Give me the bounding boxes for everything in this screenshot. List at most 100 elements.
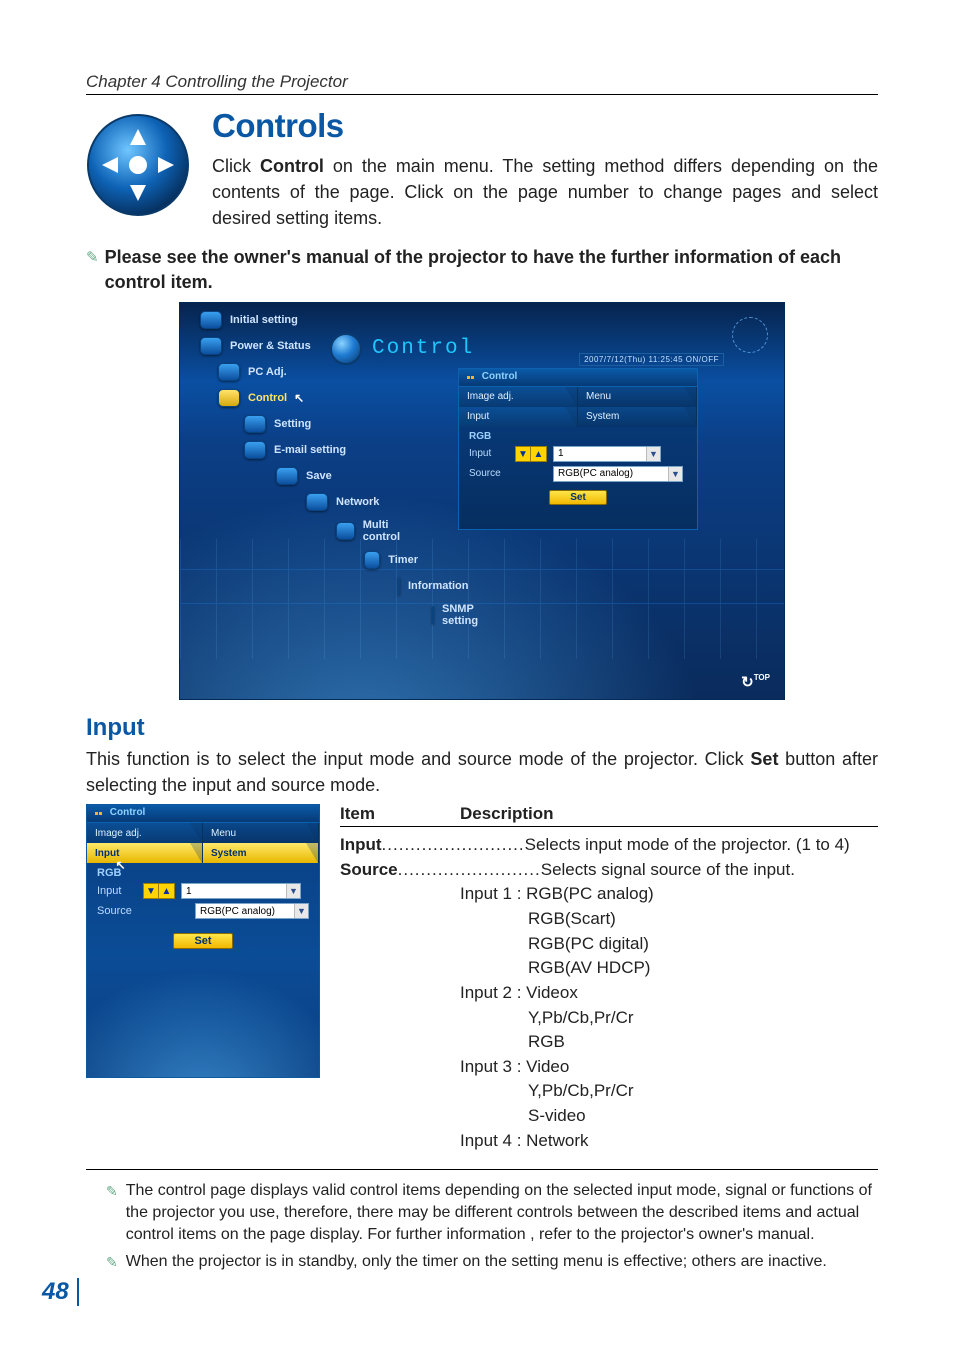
definition-sub: RGB(Scart) — [340, 907, 878, 932]
sidebar-item[interactable]: Setting — [244, 415, 418, 433]
nav-icon — [218, 363, 240, 381]
grid-icon — [467, 372, 475, 380]
input-stepper[interactable]: ▼ ▲ — [143, 883, 175, 899]
sidebar-item[interactable]: Network — [306, 493, 418, 511]
sidebar-item[interactable]: Control ↖ — [218, 389, 418, 407]
sidebar-item-label: Power & Status — [230, 340, 311, 352]
page-number: 48 — [42, 1278, 79, 1306]
footnote: ✎The control page displays valid control… — [106, 1180, 878, 1245]
source-row-label: Source — [97, 905, 135, 917]
nav-icon — [398, 577, 400, 595]
pencil-icon: ✎ — [106, 1251, 118, 1273]
tab[interactable]: Menu — [203, 823, 319, 843]
tab[interactable]: Input — [459, 407, 578, 427]
sidebar-item-label: Save — [306, 470, 332, 482]
step-down-icon[interactable]: ▼ — [143, 883, 159, 899]
definition-list: Input.........................Selects in… — [340, 833, 878, 1153]
nav-icon — [364, 551, 380, 569]
tab[interactable]: Input↖ — [87, 843, 203, 863]
definition-group: Input 4 : Network — [340, 1129, 878, 1154]
nav-icon — [306, 493, 328, 511]
panel-head: Control — [459, 369, 697, 387]
tab[interactable]: System — [578, 407, 697, 427]
input-select[interactable]: 1 ▼ — [181, 883, 301, 899]
nav-icon — [200, 311, 222, 329]
separator — [86, 1169, 878, 1170]
nav-icon — [432, 606, 434, 624]
tab[interactable]: Image adj. — [87, 823, 203, 843]
step-down-icon[interactable]: ▼ — [515, 446, 531, 462]
intro-paragraph: Click Control on the main menu. The sett… — [212, 153, 878, 231]
definition-sub: RGB(AV HDCP) — [340, 956, 878, 981]
cursor-icon: ↖ — [294, 391, 304, 405]
group-label: RGB — [459, 427, 697, 442]
sidebar-item[interactable]: PC Adj. — [218, 363, 418, 381]
footnote: ✎When the projector is in standby, only … — [106, 1251, 878, 1273]
tab[interactable]: System — [203, 843, 319, 863]
sidebar-item[interactable]: Timer — [364, 551, 418, 569]
chevron-down-icon[interactable]: ▼ — [294, 904, 308, 918]
note-text: Please see the owner's manual of the pro… — [105, 245, 878, 294]
nav-icon — [218, 389, 240, 407]
pencil-icon: ✎ — [86, 245, 99, 294]
sidebar-item[interactable]: Save — [276, 467, 418, 485]
tab[interactable]: Image adj. — [459, 387, 578, 407]
sidebar-item-label: Setting — [274, 418, 311, 430]
input-heading: Input — [86, 714, 878, 742]
source-row-label: Source — [469, 468, 509, 479]
sidebar-item[interactable]: Power & Status — [200, 337, 418, 355]
step-up-icon[interactable]: ▲ — [159, 883, 175, 899]
sidebar-item-label: E-mail setting — [274, 444, 346, 456]
definition-sub: RGB — [340, 1030, 878, 1055]
clock-icon — [732, 317, 768, 353]
sidebar-item[interactable]: Information — [398, 577, 418, 595]
sidebar-item-label: Information — [408, 580, 469, 592]
definition-sub: Y,Pb/Cb,Pr/Cr — [340, 1079, 878, 1104]
sidebar-item-label: Multi control — [363, 519, 418, 543]
chevron-down-icon[interactable]: ▼ — [646, 447, 660, 461]
definition-sub: Y,Pb/Cb,Pr/Cr — [340, 1006, 878, 1031]
definition-group: Input 1 : RGB(PC analog) — [340, 882, 878, 907]
input-select[interactable]: 1 ▼ — [553, 446, 661, 462]
control-panel: Control Image adj.Menu InputSystem RGB I… — [458, 368, 698, 530]
input-row-label: Input — [97, 885, 137, 897]
set-button[interactable]: Set — [549, 490, 607, 505]
tab[interactable]: Menu — [578, 387, 697, 407]
definition-group: Input 3 : Video — [340, 1055, 878, 1080]
sidebar-item[interactable]: Multi control — [336, 519, 418, 543]
sidebar-item-label: PC Adj. — [248, 366, 287, 378]
sidebar-item-label: SNMP setting — [442, 603, 478, 627]
panel-head: Control — [87, 805, 319, 823]
input-row-label: Input — [469, 448, 509, 459]
sidebar-item-label: Network — [336, 496, 379, 508]
sidebar: Initial setting Power & Status PC Adj. Cont… — [188, 311, 418, 635]
definition-sub: RGB(PC digital) — [340, 932, 878, 957]
sidebar-item-label: Control — [248, 392, 287, 404]
definition-sub: S-video — [340, 1104, 878, 1129]
definition-row: Source.........................Selects s… — [340, 858, 878, 883]
nav-icon — [200, 337, 222, 355]
nav-icon — [244, 415, 266, 433]
input-stepper[interactable]: ▼ ▲ — [515, 446, 547, 462]
nav-icon — [336, 522, 355, 540]
sidebar-item-label: Initial setting — [230, 314, 298, 326]
chapter-header: Chapter 4 Controlling the Projector — [86, 72, 878, 95]
nav-icon — [244, 441, 266, 459]
source-select[interactable]: RGB(PC analog) ▼ — [195, 903, 309, 919]
grid-icon — [95, 808, 103, 816]
sidebar-item[interactable]: E-mail setting — [244, 441, 418, 459]
definition-group: Input 2 : Videox — [340, 981, 878, 1006]
chevron-down-icon[interactable]: ▼ — [286, 884, 300, 898]
sidebar-item-label: Timer — [388, 554, 418, 566]
pencil-icon: ✎ — [106, 1180, 118, 1245]
table-header: Item Description — [340, 804, 878, 827]
sidebar-item[interactable]: Initial setting — [200, 311, 418, 329]
chevron-down-icon[interactable]: ▼ — [668, 467, 682, 481]
input-paragraph: This function is to select the input mod… — [86, 746, 878, 798]
control-screenshot: 2007/7/12(Thu) 11:25:45 ON/OFF Control I… — [179, 302, 785, 700]
top-button[interactable]: ↻TOP — [741, 673, 770, 691]
datetime-label: 2007/7/12(Thu) 11:25:45 ON/OFF — [579, 353, 724, 366]
set-button[interactable]: Set — [173, 933, 232, 949]
source-select[interactable]: RGB(PC analog) ▼ — [553, 466, 683, 482]
step-up-icon[interactable]: ▲ — [531, 446, 547, 462]
